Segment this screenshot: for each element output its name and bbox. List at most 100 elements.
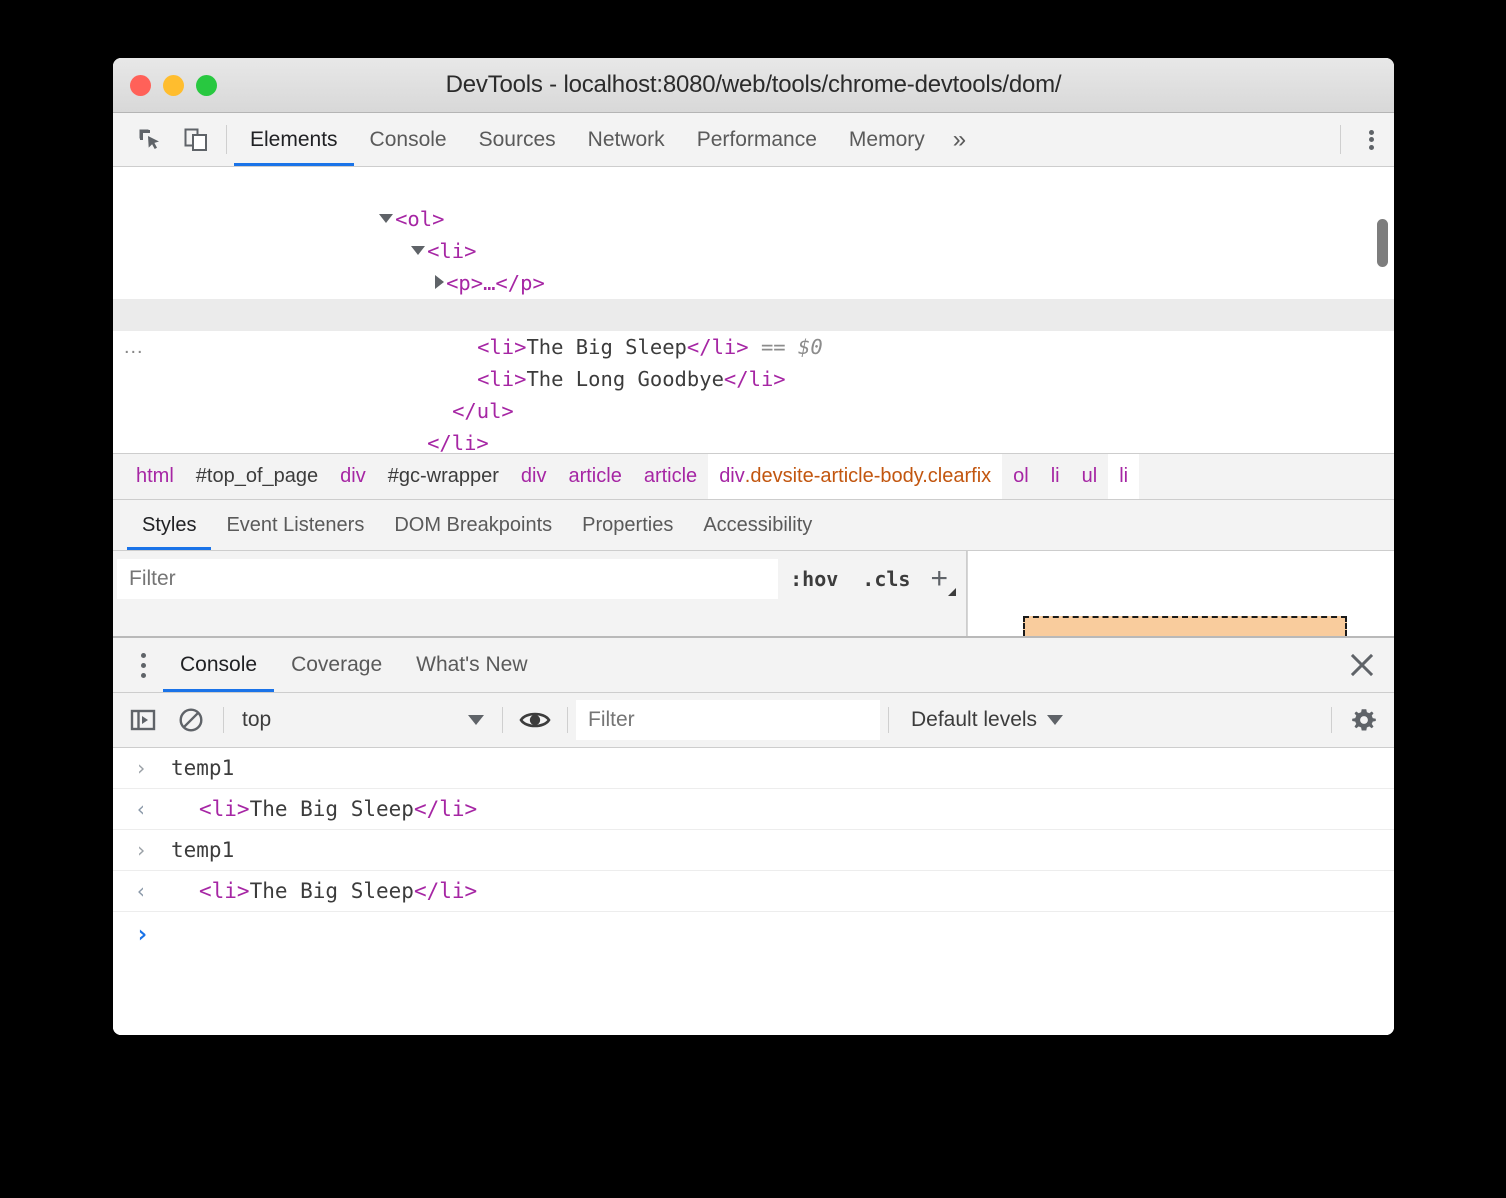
dom-row[interactable]: <ul> (113, 267, 1394, 327)
tab-elements[interactable]: Elements (234, 113, 354, 166)
tab-dom-breakpoints[interactable]: DOM Breakpoints (379, 500, 567, 550)
console-input-text: temp1 (171, 838, 235, 862)
breadcrumb-item-article-2[interactable]: article (633, 454, 708, 499)
gear-icon[interactable] (1340, 698, 1388, 742)
chevron-down-icon (468, 715, 484, 725)
console-result-text[interactable]: <li>The Big Sleep</li> (171, 789, 477, 829)
console-result-message: ‹ <li>The Big Sleep</li> (113, 789, 1394, 830)
styles-filter-row: :hov .cls + (117, 559, 962, 599)
breadcrumb-item-article[interactable]: article (557, 454, 632, 499)
breadcrumb-item-ol[interactable]: ol (1002, 454, 1040, 499)
result-tag-open: <li> (199, 879, 250, 903)
live-expression-eye-icon[interactable] (511, 698, 559, 742)
drawer-tab-whats-new[interactable]: What's New (399, 638, 544, 692)
drawer-panel: Console Coverage What's New top Filter D… (113, 636, 1394, 1035)
tab-label: Console (180, 653, 258, 676)
dom-row[interactable]: <li>…</li> (113, 427, 1394, 453)
tab-network[interactable]: Network (572, 113, 681, 166)
tab-label: DOM Breakpoints (394, 513, 553, 536)
element-classes-button[interactable]: .cls (850, 567, 922, 591)
tab-label: Performance (696, 127, 817, 151)
execution-context-selector[interactable]: top (232, 708, 494, 732)
tab-console[interactable]: Console (354, 113, 463, 166)
close-icon[interactable] (1336, 638, 1388, 692)
drawer-kebab-menu-icon[interactable] (123, 638, 163, 692)
dom-row[interactable]: </li> (113, 395, 1394, 453)
chevron-down-icon (1047, 715, 1064, 725)
dom-row-selected[interactable]: … <li>The Big Sleep</li> == $0 (113, 299, 1394, 359)
console-sidebar-icon[interactable] (119, 698, 167, 742)
window-title: DevTools - localhost:8080/web/tools/chro… (445, 71, 1062, 98)
tab-sources[interactable]: Sources (463, 113, 572, 166)
inspect-element-icon[interactable] (127, 113, 173, 166)
tab-accessibility[interactable]: Accessibility (688, 500, 827, 550)
toolbar-divider (226, 125, 227, 154)
console-toolbar-divider-5 (1331, 707, 1332, 733)
kebab-menu-icon[interactable] (1348, 113, 1394, 166)
log-levels-label: Default levels (911, 708, 1038, 731)
tab-event-listeners[interactable]: Event Listeners (211, 500, 379, 550)
console-prompt-arrow-icon: › (135, 920, 150, 948)
console-output[interactable]: › temp1 ‹ <li>The Big Sleep</li> › temp1… (113, 748, 1394, 1035)
computed-box-model-column (967, 551, 1394, 636)
drawer-tab-spacer (545, 638, 1337, 692)
tab-label: Event Listeners (226, 513, 365, 536)
clear-console-icon[interactable] (167, 698, 215, 742)
device-toolbar-icon[interactable] (173, 113, 219, 166)
devtools-window: DevTools - localhost:8080/web/tools/chro… (113, 58, 1394, 1035)
breadcrumb-item-div[interactable]: div (329, 454, 377, 499)
dom-tree-panel[interactable]: <ol> <li> <p>…</p> <ul> …<li>The Big Sle… (113, 167, 1394, 453)
console-toolbar-divider-3 (567, 707, 568, 733)
dom-row[interactable]: </ul> (113, 363, 1394, 423)
drawer-tab-console[interactable]: Console (163, 638, 275, 692)
main-tab-bar: Elements Console Sources Network Perform… (113, 113, 1394, 167)
breadcrumb-item-li-selected[interactable]: li (1108, 454, 1140, 499)
dom-row[interactable]: <li> (113, 203, 1394, 263)
dom-row[interactable]: <p>…</p> (113, 235, 1394, 295)
tab-label: Properties (582, 513, 674, 536)
breadcrumb-item-gc-wrapper[interactable]: #gc-wrapper (377, 454, 510, 499)
breadcrumb-item-div-2[interactable]: div (510, 454, 558, 499)
drawer-tab-coverage[interactable]: Coverage (274, 638, 399, 692)
styles-rules-column: :hov .cls + (113, 551, 967, 636)
console-result-message: ‹ <li>The Big Sleep</li> (113, 871, 1394, 912)
tab-memory[interactable]: Memory (833, 113, 941, 166)
console-result-arrow-icon: ‹ (135, 879, 148, 903)
plus-icon[interactable]: + (922, 564, 962, 596)
styles-filter-input[interactable] (117, 559, 779, 599)
breadcrumb-item-article-body[interactable]: div .devsite-article-body.clearfix (708, 454, 1003, 499)
breadcrumb-item-top-of-page[interactable]: #top_of_page (185, 454, 329, 499)
dom-row[interactable]: <li>The Long Goodbye</li> (113, 331, 1394, 391)
console-prompt[interactable]: › (113, 912, 1394, 956)
execution-context-value: top (242, 708, 272, 731)
breadcrumb-item-li[interactable]: li (1040, 454, 1071, 499)
force-state-button[interactable]: :hov (778, 567, 850, 591)
tab-label: Console (369, 127, 447, 151)
dom-tree-scrollbar[interactable] (1377, 219, 1388, 267)
breadcrumb-item-ul[interactable]: ul (1071, 454, 1109, 499)
result-text-node: The Big Sleep (249, 797, 414, 821)
result-text-node: The Big Sleep (249, 879, 414, 903)
console-filter-input[interactable] (576, 700, 880, 740)
more-tabs-button[interactable]: » (941, 113, 978, 166)
console-input-message: › temp1 (113, 830, 1394, 871)
console-input-arrow-icon: › (135, 838, 148, 862)
styles-pane: :hov .cls + (113, 551, 1394, 636)
breadcrumb-item-html[interactable]: html (125, 454, 185, 499)
breadcrumb: html #top_of_page div #gc-wrapper div ar… (113, 453, 1394, 500)
tab-styles[interactable]: Styles (127, 500, 212, 550)
tab-label: Network (587, 127, 665, 151)
tab-properties[interactable]: Properties (567, 500, 688, 550)
tab-performance[interactable]: Performance (681, 113, 833, 166)
result-tag-open: <li> (199, 797, 250, 821)
log-levels-selector[interactable]: Default levels (897, 708, 1077, 732)
console-result-text[interactable]: <li>The Big Sleep</li> (171, 871, 477, 911)
tab-label: Sources (478, 127, 556, 151)
console-result-arrow-icon: ‹ (135, 797, 148, 821)
dom-row[interactable]: <ol> (113, 171, 1394, 231)
tab-label: Elements (250, 127, 338, 151)
tab-label: Styles (142, 513, 197, 536)
console-toolbar-divider-4 (888, 707, 889, 733)
toolbar-divider-right (1340, 125, 1341, 154)
